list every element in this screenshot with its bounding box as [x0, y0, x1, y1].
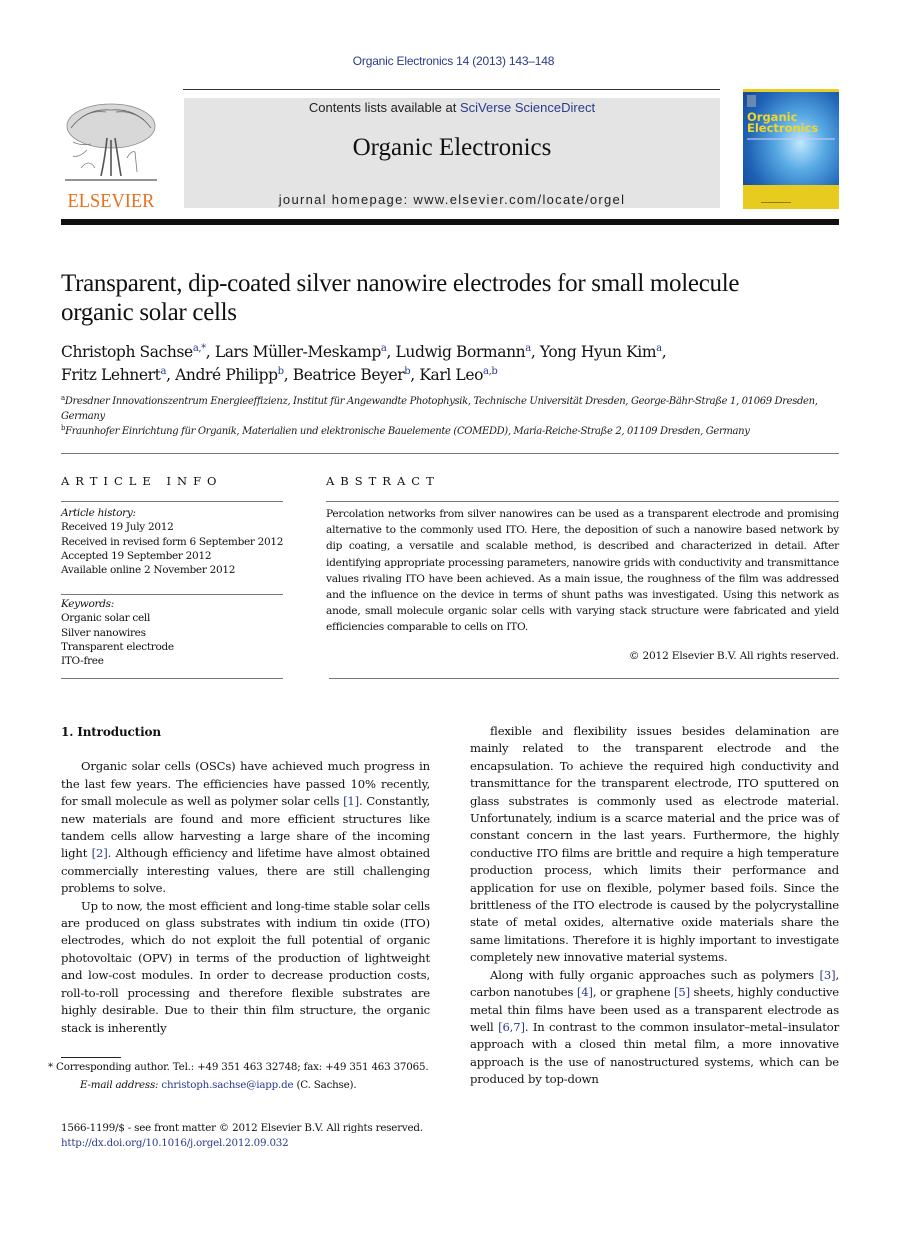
article-info-divider-top — [61, 501, 283, 502]
author-affiliation-mark[interactable]: a — [161, 366, 167, 377]
author-affiliation-mark[interactable]: a,b — [483, 366, 498, 377]
cover-publisher-logo — [747, 95, 756, 107]
body-paragraph: flexible and flexibility issues besides … — [470, 724, 839, 965]
keyword-item: Silver nanowires — [61, 626, 146, 639]
running-head-citation[interactable]: Organic Electronics 14 (2013) 143–148 — [0, 54, 907, 68]
citation-link[interactable]: [6,7] — [498, 1020, 525, 1034]
masthead-thick-rule — [61, 219, 839, 225]
affiliation-item: bFraunhofer Einrichtung für Organik, Mat… — [61, 424, 750, 438]
body-column-right: flexible and flexibility issues besides … — [470, 723, 839, 1089]
journal-title: Organic Electronics — [352, 134, 552, 161]
cover-title-line2: Electronics — [747, 121, 819, 135]
author-name[interactable]: Ludwig Bormann — [396, 343, 526, 361]
corresponding-author-footnote: * Corresponding author. Tel.: +49 351 46… — [48, 1060, 430, 1093]
author-name[interactable]: Beatrice Beyer — [293, 366, 405, 384]
affiliations-divider — [61, 453, 839, 454]
author-affiliation-mark[interactable]: b — [404, 366, 410, 377]
corresponding-author-note: * Corresponding author. Tel.: +49 351 46… — [48, 1061, 429, 1073]
cover-top-bar — [743, 89, 839, 92]
cover-subtitle-strip — [747, 138, 835, 140]
citation-link[interactable]: [5] — [674, 985, 690, 999]
affiliations: aDresdner Innovationszentrum Energieeffi… — [61, 394, 821, 439]
body-paragraph: Up to now, the most efficient and long-t… — [61, 898, 430, 1035]
article-history: Article history: Received 19 July 2012 R… — [61, 506, 291, 577]
article-title: Transparent, dip-coated silver nanowire … — [61, 270, 740, 326]
elsevier-wordmark: ELSEVIER — [67, 190, 155, 212]
footnote-rule — [61, 1057, 121, 1058]
sciencedirect-link[interactable]: SciVerse ScienceDirect — [460, 100, 595, 115]
journal-cover-image[interactable]: Organic Electronics — [743, 89, 839, 209]
history-received: Received 19 July 2012 — [61, 521, 174, 534]
issn-footer: 1566-1199/$ - see front matter © 2012 El… — [61, 1121, 461, 1151]
history-online: Available online 2 November 2012 — [61, 564, 236, 577]
author-affiliation-mark[interactable]: a — [381, 343, 387, 354]
email-suffix: (C. Sachse). — [293, 1079, 357, 1091]
article-info-heading: ARTICLE INFO — [61, 474, 223, 488]
citation-link[interactable]: [1] — [343, 794, 359, 808]
citation-link[interactable]: [2] — [92, 846, 108, 860]
author-affiliation-mark[interactable]: b — [278, 366, 284, 377]
author-name[interactable]: Lars Müller-Meskamp — [215, 343, 381, 361]
keyword-item: Organic solar cell — [61, 612, 151, 625]
email-link[interactable]: christoph.sachse@iapp.de — [161, 1079, 293, 1091]
author-name[interactable]: Karl Leo — [419, 366, 483, 384]
history-revised: Received in revised form 6 September 201… — [61, 535, 284, 548]
author-name[interactable]: Fritz Lehnert — [61, 366, 161, 384]
citation-link[interactable]: [4] — [577, 985, 593, 999]
article-history-label: Article history: — [61, 507, 136, 519]
section-heading-introduction: 1. Introduction — [61, 725, 161, 739]
email-label: E-mail address: — [80, 1079, 162, 1091]
article-info-divider-bottom — [61, 678, 283, 679]
keyword-item: ITO-free — [61, 655, 104, 668]
doi-link[interactable]: http://dx.doi.org/10.1016/j.orgel.2012.0… — [61, 1136, 461, 1151]
contents-prefix: Contents lists available at — [308, 100, 460, 115]
body-column-left: 1. Introduction Organic solar cells (OSC… — [61, 724, 430, 1037]
affiliation-mark: b — [61, 424, 66, 432]
affiliation-mark: a — [61, 394, 65, 402]
abstract-text: Percolation networks from silver nanowir… — [326, 508, 839, 634]
article-info-divider-mid — [61, 594, 283, 595]
author-list: Christoph Sachsea,*, Lars Müller-Meskamp… — [61, 343, 667, 384]
affiliation-item: aDresdner Innovationszentrum Energieeffi… — [61, 394, 818, 423]
email-line: E-mail address: christoph.sachse@iapp.de… — [61, 1078, 430, 1093]
journal-homepage[interactable]: journal homepage: www.elsevier.com/locat… — [184, 192, 720, 207]
abstract-copyright: © 2012 Elsevier B.V. All rights reserved… — [628, 650, 839, 662]
issn-line: 1566-1199/$ - see front matter © 2012 El… — [61, 1122, 423, 1134]
keywords-label: Keywords: — [61, 598, 114, 610]
body-paragraph: Organic solar cells (OSCs) have achieved… — [61, 759, 430, 896]
body-paragraph: Along with fully organic approaches such… — [470, 967, 840, 1087]
author-affiliation-mark[interactable]: a — [525, 343, 531, 354]
history-accepted: Accepted 19 September 2012 — [61, 549, 212, 562]
elsevier-logo[interactable]: ELSEVIER — [60, 98, 162, 212]
author-name[interactable]: Yong Hyun Kim — [540, 343, 657, 361]
contents-line: Contents lists available at SciVerse Sci… — [184, 100, 720, 115]
cover-title: Organic Electronics — [747, 111, 819, 135]
masthead-top-rule — [183, 89, 720, 90]
keyword-item: Transparent electrode — [61, 640, 174, 653]
journal-banner: Contents lists available at SciVerse Sci… — [184, 98, 720, 208]
cover-bottom-band — [743, 185, 839, 209]
abstract-divider-bottom — [329, 678, 839, 679]
abstract-divider-top — [326, 501, 839, 502]
citation-link[interactable]: [3] — [819, 968, 835, 982]
elsevier-tree-icon — [65, 103, 157, 181]
author-affiliation-mark[interactable]: a — [656, 343, 662, 354]
author-name[interactable]: André Philipp — [175, 366, 278, 384]
author-name[interactable]: Christoph Sachse — [61, 343, 193, 361]
author-affiliation-mark[interactable]: a,* — [193, 343, 206, 354]
abstract-heading: ABSTRACT — [326, 474, 440, 488]
keywords: Keywords: Organic solar cell Silver nano… — [61, 597, 291, 668]
